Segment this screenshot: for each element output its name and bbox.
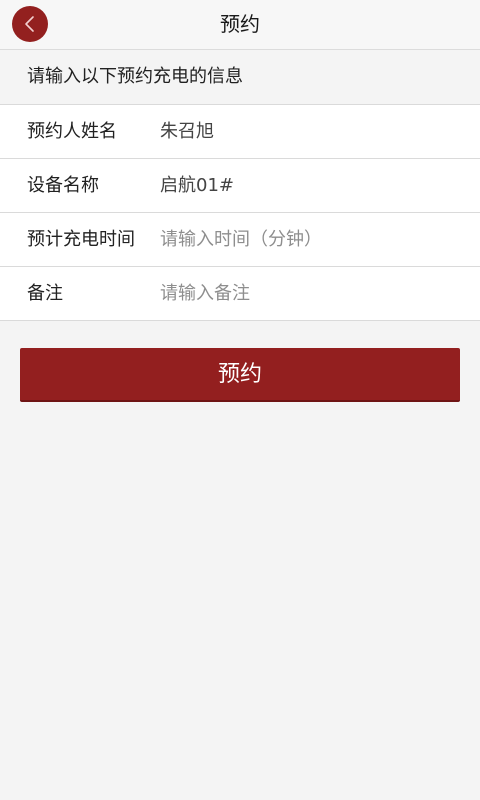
form-row-charge-time: 预计充电时间	[0, 213, 480, 267]
reservation-form: 预约人姓名 朱召旭 设备名称 启航01# 预计充电时间 备注	[0, 104, 480, 321]
form-instruction: 请输入以下预约充电的信息	[0, 50, 480, 104]
charge-time-label: 预计充电时间	[27, 229, 135, 250]
page-title: 预约	[220, 12, 260, 36]
back-button[interactable]	[12, 6, 48, 42]
reserver-name-label: 预约人姓名	[27, 121, 117, 142]
app-header: 预约	[0, 0, 480, 50]
reserver-name-value[interactable]: 朱召旭	[160, 105, 460, 158]
charge-time-input[interactable]	[160, 213, 460, 266]
reserve-button[interactable]: 预约	[20, 348, 460, 402]
remarks-input[interactable]	[160, 267, 460, 320]
form-row-remarks: 备注	[0, 267, 480, 321]
device-name-label: 设备名称	[27, 175, 99, 196]
form-row-reserver-name: 预约人姓名 朱召旭	[0, 105, 480, 159]
form-row-device-name: 设备名称 启航01#	[0, 159, 480, 213]
device-name-value[interactable]: 启航01#	[160, 159, 460, 212]
remarks-label: 备注	[27, 283, 63, 304]
chevron-left-icon	[25, 16, 34, 32]
